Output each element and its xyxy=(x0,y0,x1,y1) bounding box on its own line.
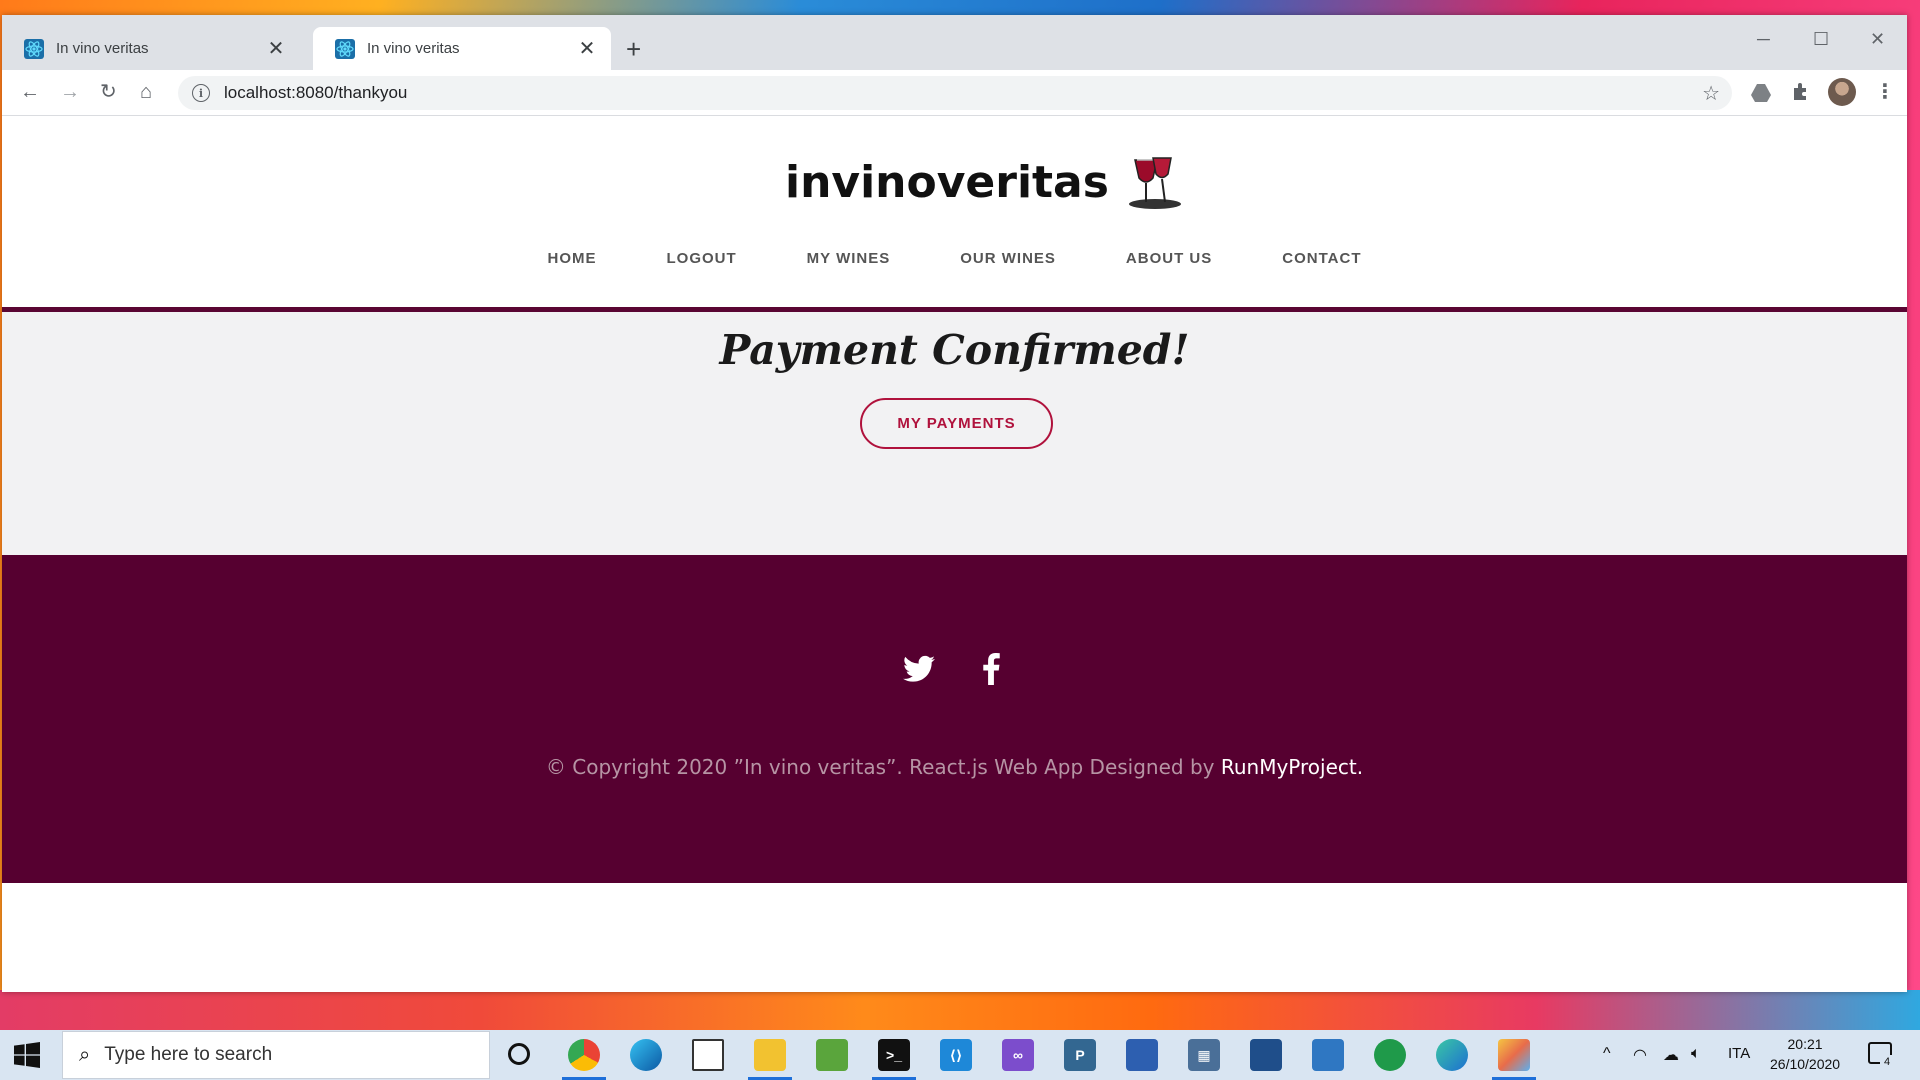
main-nav: HOME LOGOUT MY WINES OUR WINES ABOUT US … xyxy=(2,250,1907,267)
site-footer: © Copyright 2020 ”In vino veritas”. Reac… xyxy=(2,555,1907,883)
url-text: localhost:8080/thankyou xyxy=(224,83,408,102)
taskbar-clock[interactable]: 20:21 26/10/2020 xyxy=(1770,1034,1840,1074)
browser-window: In vino veritas ✕ In vino veritas ✕ + ─ … xyxy=(2,15,1907,992)
site-header: invinoveritas HOME LOGOUT MY WINES OUR W… xyxy=(2,116,1907,312)
window-close-icon[interactable]: ✕ xyxy=(1870,29,1885,50)
tab-close-icon[interactable]: ✕ xyxy=(577,36,597,61)
address-bar[interactable]: i localhost:8080/thankyou ☆ xyxy=(178,76,1732,110)
twitter-icon[interactable] xyxy=(902,653,935,685)
copyright-text: © Copyright 2020 ”In vino veritas”. Reac… xyxy=(2,755,1907,779)
star-icon[interactable]: ☆ xyxy=(1702,81,1720,106)
volume-icon[interactable]: 🔈︎ xyxy=(1691,1045,1701,1063)
notification-count: 4 xyxy=(1880,1055,1894,1069)
nav-about-us[interactable]: ABOUT US xyxy=(1126,250,1212,267)
react-favicon-icon xyxy=(335,38,355,59)
windows-start-icon[interactable] xyxy=(14,1042,40,1068)
tab-title: In vino veritas xyxy=(56,40,149,57)
social-links xyxy=(2,653,1907,685)
profile-avatar[interactable] xyxy=(1828,78,1856,106)
desktop-wallpaper xyxy=(0,990,1920,1030)
taskbar-search-box[interactable]: ⌕ Type here to search xyxy=(62,1031,490,1079)
browser-toolbar: ← → ↻ ⌂ i localhost:8080/thankyou ☆ ⋮ xyxy=(2,70,1907,116)
nav-logout[interactable]: LOGOUT xyxy=(667,250,737,267)
clock-time: 20:21 xyxy=(1787,1036,1823,1052)
visual-studio-app-icon[interactable]: ∞ xyxy=(1002,1039,1034,1071)
maximize-icon[interactable]: ☐ xyxy=(1813,29,1829,50)
minimize-icon[interactable]: ─ xyxy=(1757,29,1770,50)
clock-date: 26/10/2020 xyxy=(1770,1056,1841,1072)
search-icon: ⌕ xyxy=(79,1043,91,1066)
cortana-icon[interactable] xyxy=(508,1043,530,1065)
logo-text: invinoveritas xyxy=(785,156,1109,208)
page-title: Payment Confirmed! xyxy=(719,326,1190,374)
browser-tab-1[interactable]: In vino veritas ✕ xyxy=(2,27,300,70)
new-tab-button[interactable]: + xyxy=(626,36,641,62)
back-arrow-icon[interactable]: ← xyxy=(20,80,40,104)
network-tool-app-icon[interactable] xyxy=(1126,1039,1158,1071)
forward-arrow-icon[interactable]: → xyxy=(60,80,80,104)
sql-tool-app-icon[interactable] xyxy=(1250,1039,1282,1071)
paint-app-icon[interactable] xyxy=(1492,1039,1536,1080)
facebook-icon[interactable] xyxy=(975,653,1007,685)
terminal-app-icon[interactable]: >_ xyxy=(872,1039,916,1080)
reload-icon[interactable]: ↻ xyxy=(100,80,117,104)
postgres-app-icon[interactable]: P xyxy=(1064,1039,1096,1071)
image-editor-app-icon[interactable] xyxy=(816,1039,848,1071)
web-page: invinoveritas HOME LOGOUT MY WINES OUR W… xyxy=(2,116,1907,992)
tab-strip: In vino veritas ✕ In vino veritas ✕ + ─ … xyxy=(2,15,1907,70)
extensions-icon[interactable] xyxy=(1790,82,1810,102)
windows-taskbar: ⌕ Type here to search >_ ⟨⟩ ∞ P ▦ ^ ◠ ☁ … xyxy=(0,1030,1920,1080)
nav-our-wines[interactable]: OUR WINES xyxy=(960,250,1056,267)
tab-close-icon[interactable]: ✕ xyxy=(266,36,286,61)
search-placeholder: Type here to search xyxy=(104,1044,273,1065)
chrome-app-icon[interactable] xyxy=(562,1039,606,1080)
info-icon[interactable]: i xyxy=(192,84,210,102)
designer-link[interactable]: RunMyProject. xyxy=(1221,755,1363,779)
copyright-prefix: © Copyright 2020 ”In vino veritas”. Reac… xyxy=(545,755,1221,779)
react-favicon-icon xyxy=(24,38,44,59)
window-app-icon[interactable] xyxy=(1312,1039,1344,1071)
drive-icon[interactable] xyxy=(1750,83,1772,103)
language-indicator[interactable]: ITA xyxy=(1728,1045,1750,1062)
tab-title: In vino veritas xyxy=(367,40,460,57)
vscode-app-icon[interactable]: ⟨⟩ xyxy=(940,1039,972,1071)
edge-app-icon[interactable] xyxy=(630,1039,662,1071)
nav-my-wines[interactable]: MY WINES xyxy=(807,250,891,267)
wine-glass-icon xyxy=(1128,157,1181,209)
site-logo[interactable]: invinoveritas xyxy=(785,154,1183,210)
onedrive-icon[interactable]: ☁ xyxy=(1663,1045,1679,1065)
browser-tab-2-active[interactable]: In vino veritas ✕ xyxy=(313,27,611,70)
my-payments-button[interactable]: MY PAYMENTS xyxy=(860,398,1053,449)
notepad-app-icon[interactable] xyxy=(692,1039,724,1071)
file-explorer-icon[interactable] xyxy=(748,1039,792,1080)
tray-chevron-icon[interactable]: ^ xyxy=(1603,1045,1611,1063)
home-icon[interactable]: ⌂ xyxy=(140,80,152,104)
calculator-app-icon[interactable]: ▦ xyxy=(1188,1039,1220,1071)
menu-icon[interactable]: ⋮ xyxy=(1875,80,1895,104)
maps-app-icon[interactable] xyxy=(1374,1039,1406,1071)
confirmation-section: Payment Confirmed! MY PAYMENTS xyxy=(2,312,1907,555)
nav-contact[interactable]: CONTACT xyxy=(1282,250,1361,267)
network-icon[interactable]: ◠ xyxy=(1633,1045,1647,1065)
edge-beta-app-icon[interactable] xyxy=(1436,1039,1468,1071)
nav-home[interactable]: HOME xyxy=(548,250,597,267)
